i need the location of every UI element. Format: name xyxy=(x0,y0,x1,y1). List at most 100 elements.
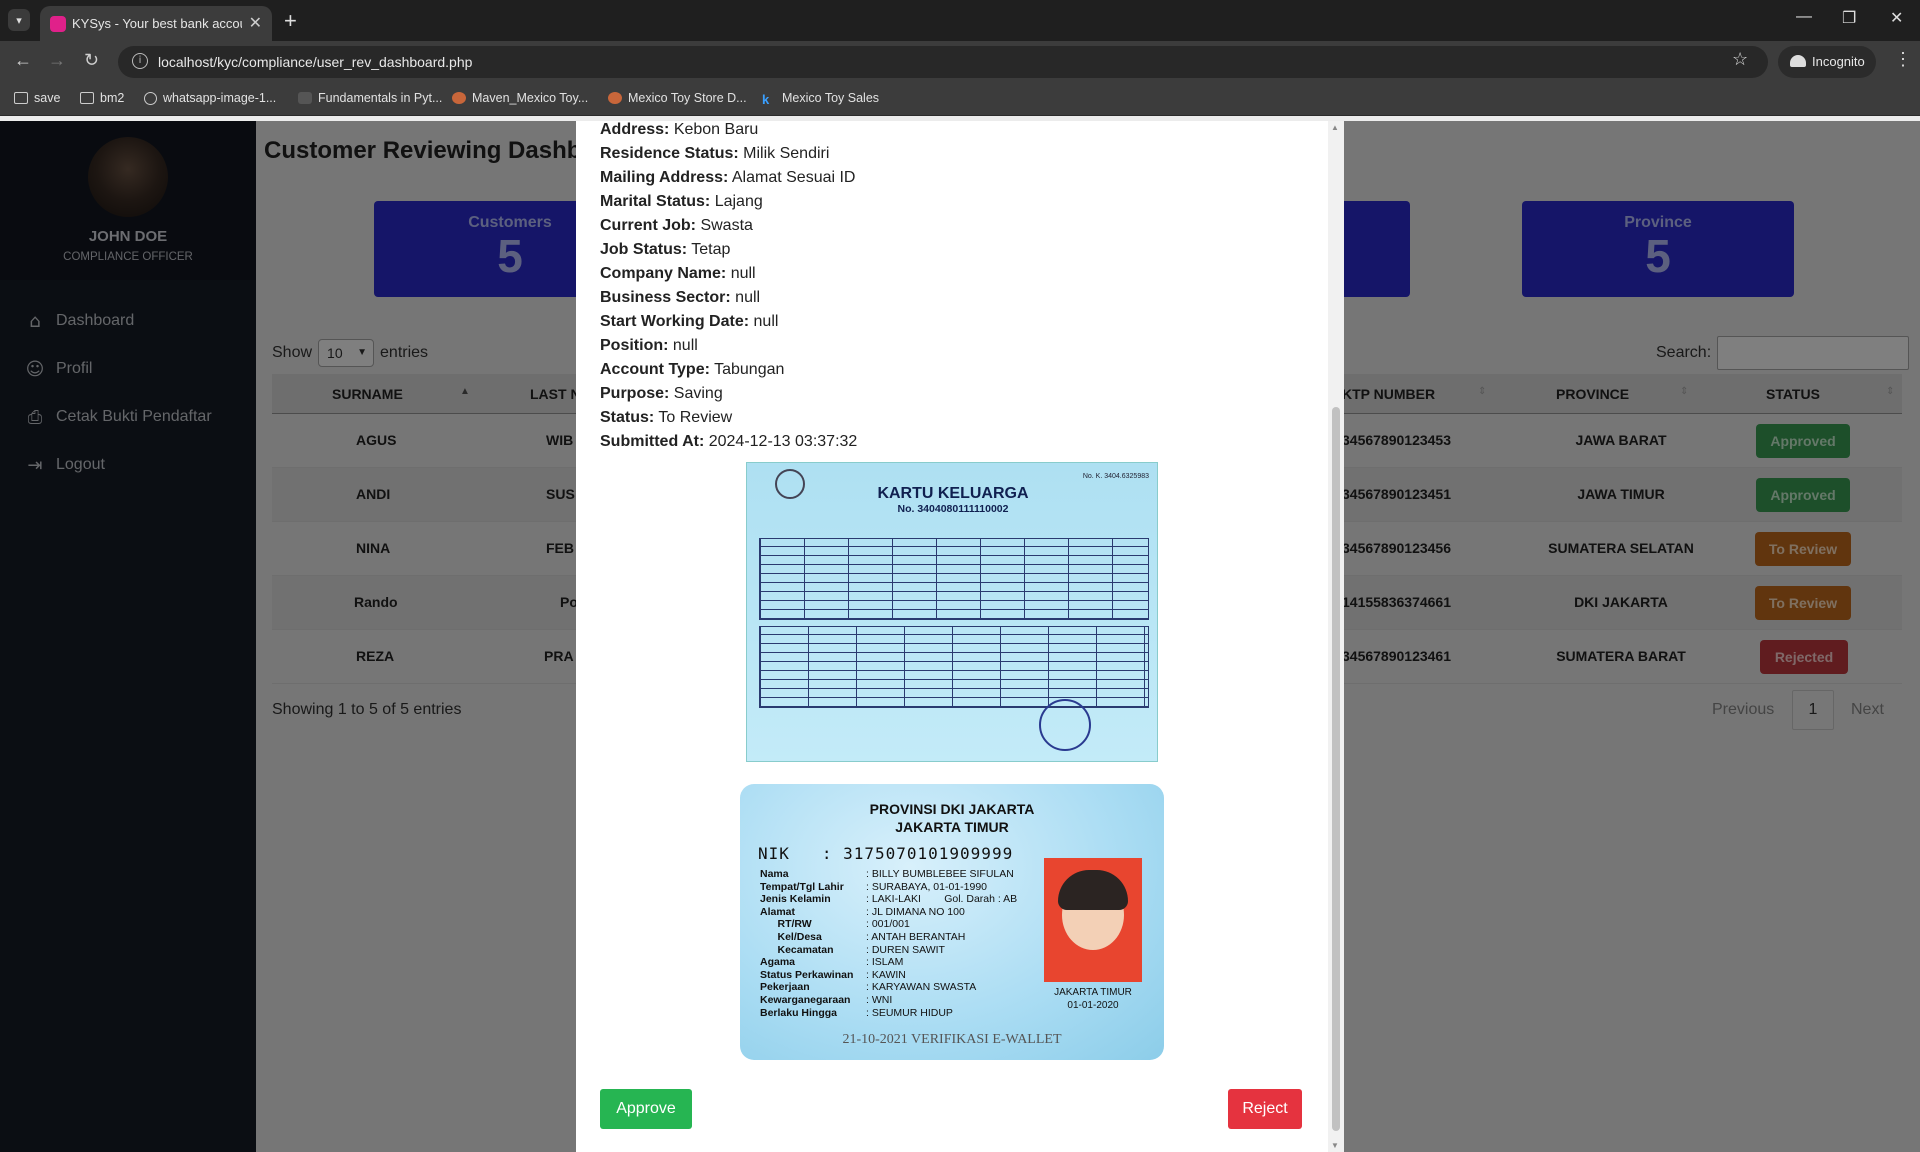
ktp-key: Berlaku Hingga xyxy=(760,1006,838,1019)
ktp-key: Kel/Desa xyxy=(760,930,822,943)
incognito-icon xyxy=(1790,55,1806,67)
browser-tabbar: ▾ KYSys - Your best bank account ✕ + — ❐… xyxy=(0,0,1920,41)
ktp-key: RT/RW xyxy=(760,918,812,931)
ktp-row: Agama: ISLAM xyxy=(760,956,1017,969)
tab-search-icon[interactable]: ▾ xyxy=(8,9,30,31)
scroll-down-icon[interactable]: ▼ xyxy=(1331,1141,1339,1150)
browser-toolbar: ← → ↻ i localhost/kyc/compliance/user_re… xyxy=(0,41,1920,83)
ktp-value: : BILLY BUMBLEBEE SIFULAN xyxy=(866,868,1014,880)
kk-members-table xyxy=(759,538,1149,620)
bookmark-save[interactable]: save xyxy=(14,91,60,105)
tab-title: KYSys - Your best bank account xyxy=(72,16,242,31)
bookmark-store[interactable]: Mexico Toy Store D... xyxy=(608,91,747,105)
bookmark-sales[interactable]: k Mexico Toy Sales xyxy=(762,91,880,107)
ktp-city: JAKARTA TIMUR xyxy=(895,819,1009,835)
hair-icon xyxy=(1058,870,1128,910)
field-value: To Review xyxy=(658,409,733,426)
forward-icon[interactable]: → xyxy=(48,50,66,71)
menu-icon[interactable]: ⋮ xyxy=(1894,49,1912,70)
approve-button[interactable]: Approve xyxy=(600,1089,692,1129)
ktp-row: Berlaku Hingga : SEUMUR HIDUP xyxy=(760,1007,1017,1020)
ktp-row: Kel/Desa: ANTAH BERANTAH xyxy=(760,931,1017,944)
field-value: Saving xyxy=(673,385,723,402)
field-value: Tetap xyxy=(691,241,731,258)
ktp-value: : JL DIMANA NO 100 xyxy=(866,905,965,918)
field-label: Purpose: xyxy=(600,385,670,402)
scroll-thumb[interactable] xyxy=(1332,407,1340,1131)
ktp-key: Status Perkawinan xyxy=(760,968,854,981)
ktp-key: Alamat xyxy=(760,905,796,918)
field-business-sector: Business Sector: null xyxy=(600,289,760,307)
k-icon: k xyxy=(762,92,770,107)
field-value: null xyxy=(753,313,779,330)
bookmark-label: Maven_Mexico Toy... xyxy=(472,91,589,105)
field-label: Job Status: xyxy=(600,241,688,258)
field-purpose: Purpose: Saving xyxy=(600,385,723,403)
bookmark-label: Mexico Toy Sales xyxy=(782,91,880,105)
restore-icon[interactable]: ❐ xyxy=(1842,8,1856,28)
folder-icon xyxy=(80,92,94,104)
incognito-badge[interactable]: Incognito xyxy=(1778,46,1876,78)
tab-close-icon[interactable]: ✕ xyxy=(249,13,262,33)
tableau-icon xyxy=(452,92,466,104)
field-label: Business Sector: xyxy=(600,289,731,306)
bookmark-label: Fundamentals in Pyt... xyxy=(318,91,443,105)
field-value: Kebon Baru xyxy=(673,121,759,138)
field-label: Address: xyxy=(600,121,670,138)
ktp-row: RT/RW : 001/001 xyxy=(760,918,1017,931)
ktp-key: Jenis Kelamin xyxy=(760,893,831,906)
bookmark-bm2[interactable]: bm2 xyxy=(80,91,124,105)
field-label: Start Working Date: xyxy=(600,313,750,330)
field-label: Residence Status: xyxy=(600,145,739,162)
url-text[interactable]: localhost/kyc/compliance/user_rev_dashbo… xyxy=(158,54,472,70)
bookmark-star-icon[interactable]: ☆ xyxy=(1732,49,1748,70)
field-marital-status: Marital Status: Lajang xyxy=(600,193,763,211)
close-window-icon[interactable]: ✕ xyxy=(1890,8,1903,28)
ktp-value: : LAKI-LAKI Gol. Darah : AB xyxy=(866,893,1018,906)
browser-tab[interactable]: KYSys - Your best bank account ✕ xyxy=(40,6,272,41)
field-value: Milik Sendiri xyxy=(743,145,830,162)
ktp-place: JAKARTA TIMUR xyxy=(1054,987,1132,998)
reload-icon[interactable]: ↻ xyxy=(84,50,99,71)
stamp-icon xyxy=(1039,699,1091,751)
ktp-key: Agama xyxy=(760,956,796,969)
field-value: Tabungan xyxy=(714,361,785,378)
field-label: Current Job: xyxy=(600,217,696,234)
incognito-label: Incognito xyxy=(1812,54,1865,69)
bookmark-label: save xyxy=(34,91,61,105)
bookmarks-bar: save bm2 whatsapp-image-1... Fundamental… xyxy=(0,83,1920,116)
modal-scrollbar[interactable]: ▲ ▼ xyxy=(1328,121,1344,1152)
bookmark-label: whatsapp-image-1... xyxy=(163,91,277,105)
bookmark-fundamentals[interactable]: Fundamentals in Pyt... xyxy=(298,91,442,105)
ktp-key: Nama xyxy=(760,868,789,880)
ktp-value: : DUREN SAWIT xyxy=(866,943,945,956)
ktp-row: Nama : BILLY BUMBLEBEE SIFULAN xyxy=(760,868,1017,881)
field-value: Alamat Sesuai ID xyxy=(731,169,856,186)
tab-favicon-icon xyxy=(50,16,66,32)
scroll-up-icon[interactable]: ▲ xyxy=(1331,123,1339,132)
bookmark-whatsapp[interactable]: whatsapp-image-1... xyxy=(144,91,276,105)
kk-corner-number: No. K. 3404.6325983 xyxy=(1082,473,1149,480)
minimize-icon[interactable]: — xyxy=(1796,8,1812,26)
ktp-image: PROVINSI DKI JAKARTA JAKARTA TIMUR NIK :… xyxy=(740,784,1164,1060)
ktp-issue-place: JAKARTA TIMUR 01-01-2020 xyxy=(1036,986,1150,1012)
back-icon[interactable]: ← xyxy=(14,50,32,71)
ktp-row: Jenis Kelamin : LAKI-LAKI Gol. Darah : AB xyxy=(760,893,1017,906)
bookmark-label: bm2 xyxy=(100,91,125,105)
ktp-nik-label: NIK xyxy=(758,844,790,863)
field-value: null xyxy=(735,289,761,306)
field-value: null xyxy=(730,265,756,282)
ktp-key: Kecamatan xyxy=(760,943,834,956)
new-tab-icon[interactable]: + xyxy=(284,8,297,34)
address-bar[interactable]: i localhost/kyc/compliance/user_rev_dash… xyxy=(118,46,1768,78)
reject-button[interactable]: Reject xyxy=(1228,1089,1302,1129)
ktp-value: : 001/001 xyxy=(866,918,910,931)
ktp-row: Kewarganegaraan: WNI xyxy=(760,994,1017,1007)
site-info-icon[interactable]: i xyxy=(132,53,148,69)
field-value: null xyxy=(672,337,698,354)
bookmark-maven[interactable]: Maven_Mexico Toy... xyxy=(452,91,588,105)
ktp-value: : SEUMUR HIDUP xyxy=(866,1006,953,1019)
ktp-row: Alamat : JL DIMANA NO 100 xyxy=(760,906,1017,919)
kk-title: KARTU KELUARGA xyxy=(877,485,1029,502)
field-label: Marital Status: xyxy=(600,193,711,210)
